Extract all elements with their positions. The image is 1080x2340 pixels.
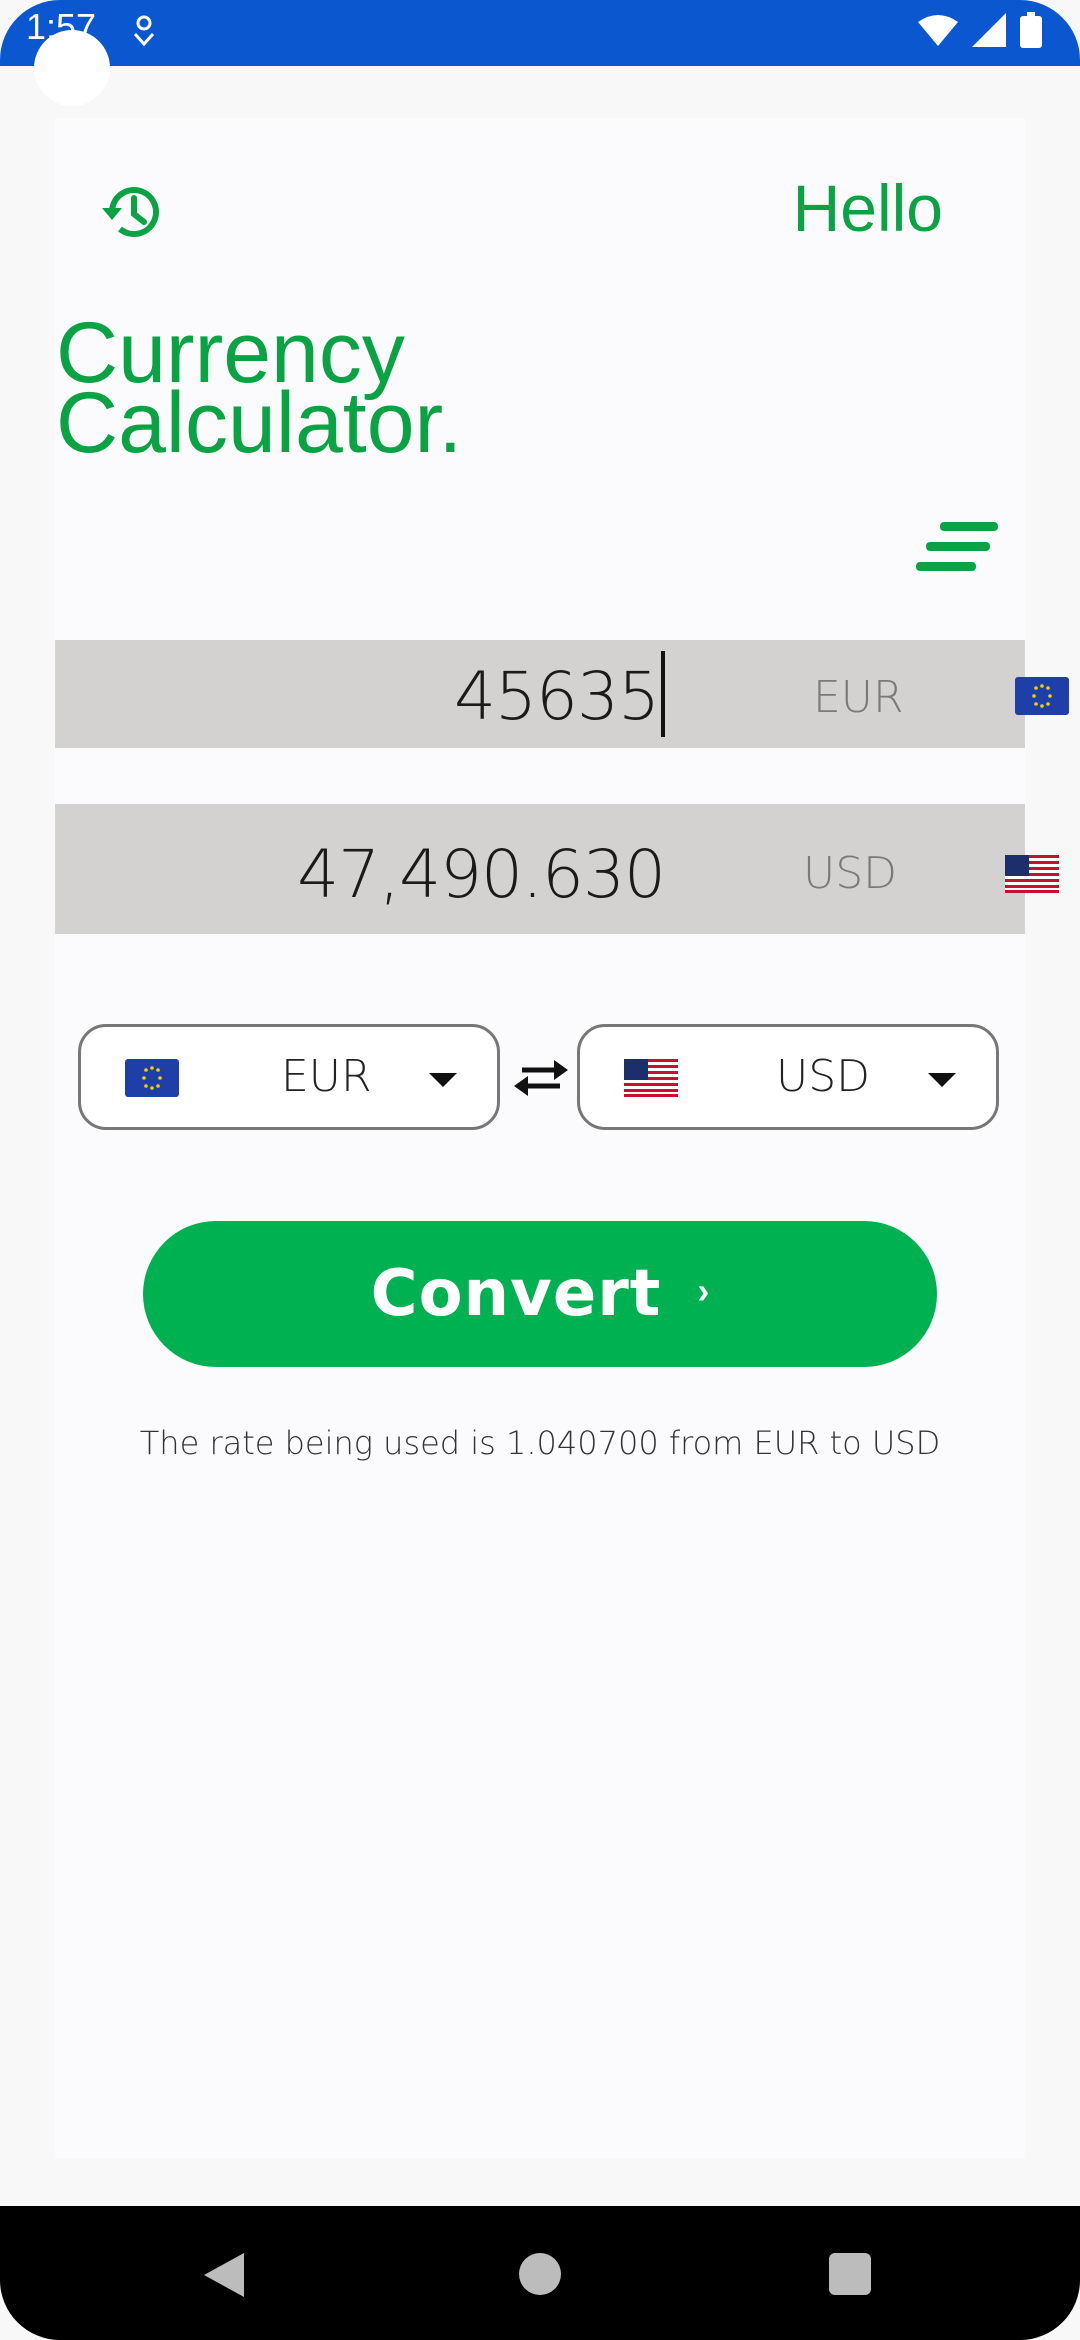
notification-icon <box>132 14 156 52</box>
convert-button[interactable]: Convert › <box>143 1221 937 1367</box>
text-cursor <box>661 651 665 737</box>
from-amount-field[interactable]: 45635 EUR <box>55 640 1069 748</box>
eu-flag-icon <box>125 1059 179 1097</box>
chevron-down-icon <box>928 1073 956 1087</box>
history-icon[interactable] <box>100 180 164 244</box>
back-icon[interactable] <box>204 2253 244 2297</box>
battery-icon <box>1020 12 1042 48</box>
to-currency-code: USD <box>776 1051 871 1102</box>
to-amount-currency: USD <box>803 848 898 899</box>
from-amount-currency: EUR <box>813 672 904 723</box>
swap-icon[interactable] <box>512 1056 570 1100</box>
from-currency-code: EUR <box>281 1051 372 1102</box>
from-currency-selector[interactable]: EUR <box>78 1024 500 1130</box>
chevron-down-icon <box>429 1073 457 1087</box>
us-flag-icon <box>1005 855 1059 893</box>
recents-icon[interactable] <box>829 2253 871 2295</box>
navigation-bar <box>0 2206 1080 2340</box>
menu-icon[interactable] <box>916 520 1002 572</box>
signal-icon <box>972 13 1006 47</box>
from-amount-value[interactable]: 45635 <box>454 651 665 737</box>
app-screen: 1:57 Hello Currency Calculator. 45635 EU… <box>0 0 1080 2340</box>
greeting-text: Hello <box>792 171 943 245</box>
us-flag-icon <box>624 1059 678 1097</box>
to-amount-value: 47,490.630 <box>297 836 666 913</box>
to-amount-field: 47,490.630 USD <box>55 804 1059 934</box>
to-currency-selector[interactable]: USD <box>577 1024 999 1130</box>
rate-info-text: The rate being used is 1.040700 from EUR… <box>139 1424 941 1462</box>
camera-dot <box>34 30 110 106</box>
status-bar: 1:57 <box>0 0 1080 66</box>
wifi-icon <box>918 15 958 46</box>
chevron-right-icon: › <box>697 1270 710 1311</box>
home-icon[interactable] <box>519 2253 561 2295</box>
title-line-2: Calculator. <box>56 375 463 471</box>
convert-button-label: Convert <box>370 1257 662 1331</box>
eu-flag-icon <box>1015 677 1069 715</box>
page-title: Currency Calculator. <box>56 310 756 471</box>
status-icons <box>918 12 1042 48</box>
